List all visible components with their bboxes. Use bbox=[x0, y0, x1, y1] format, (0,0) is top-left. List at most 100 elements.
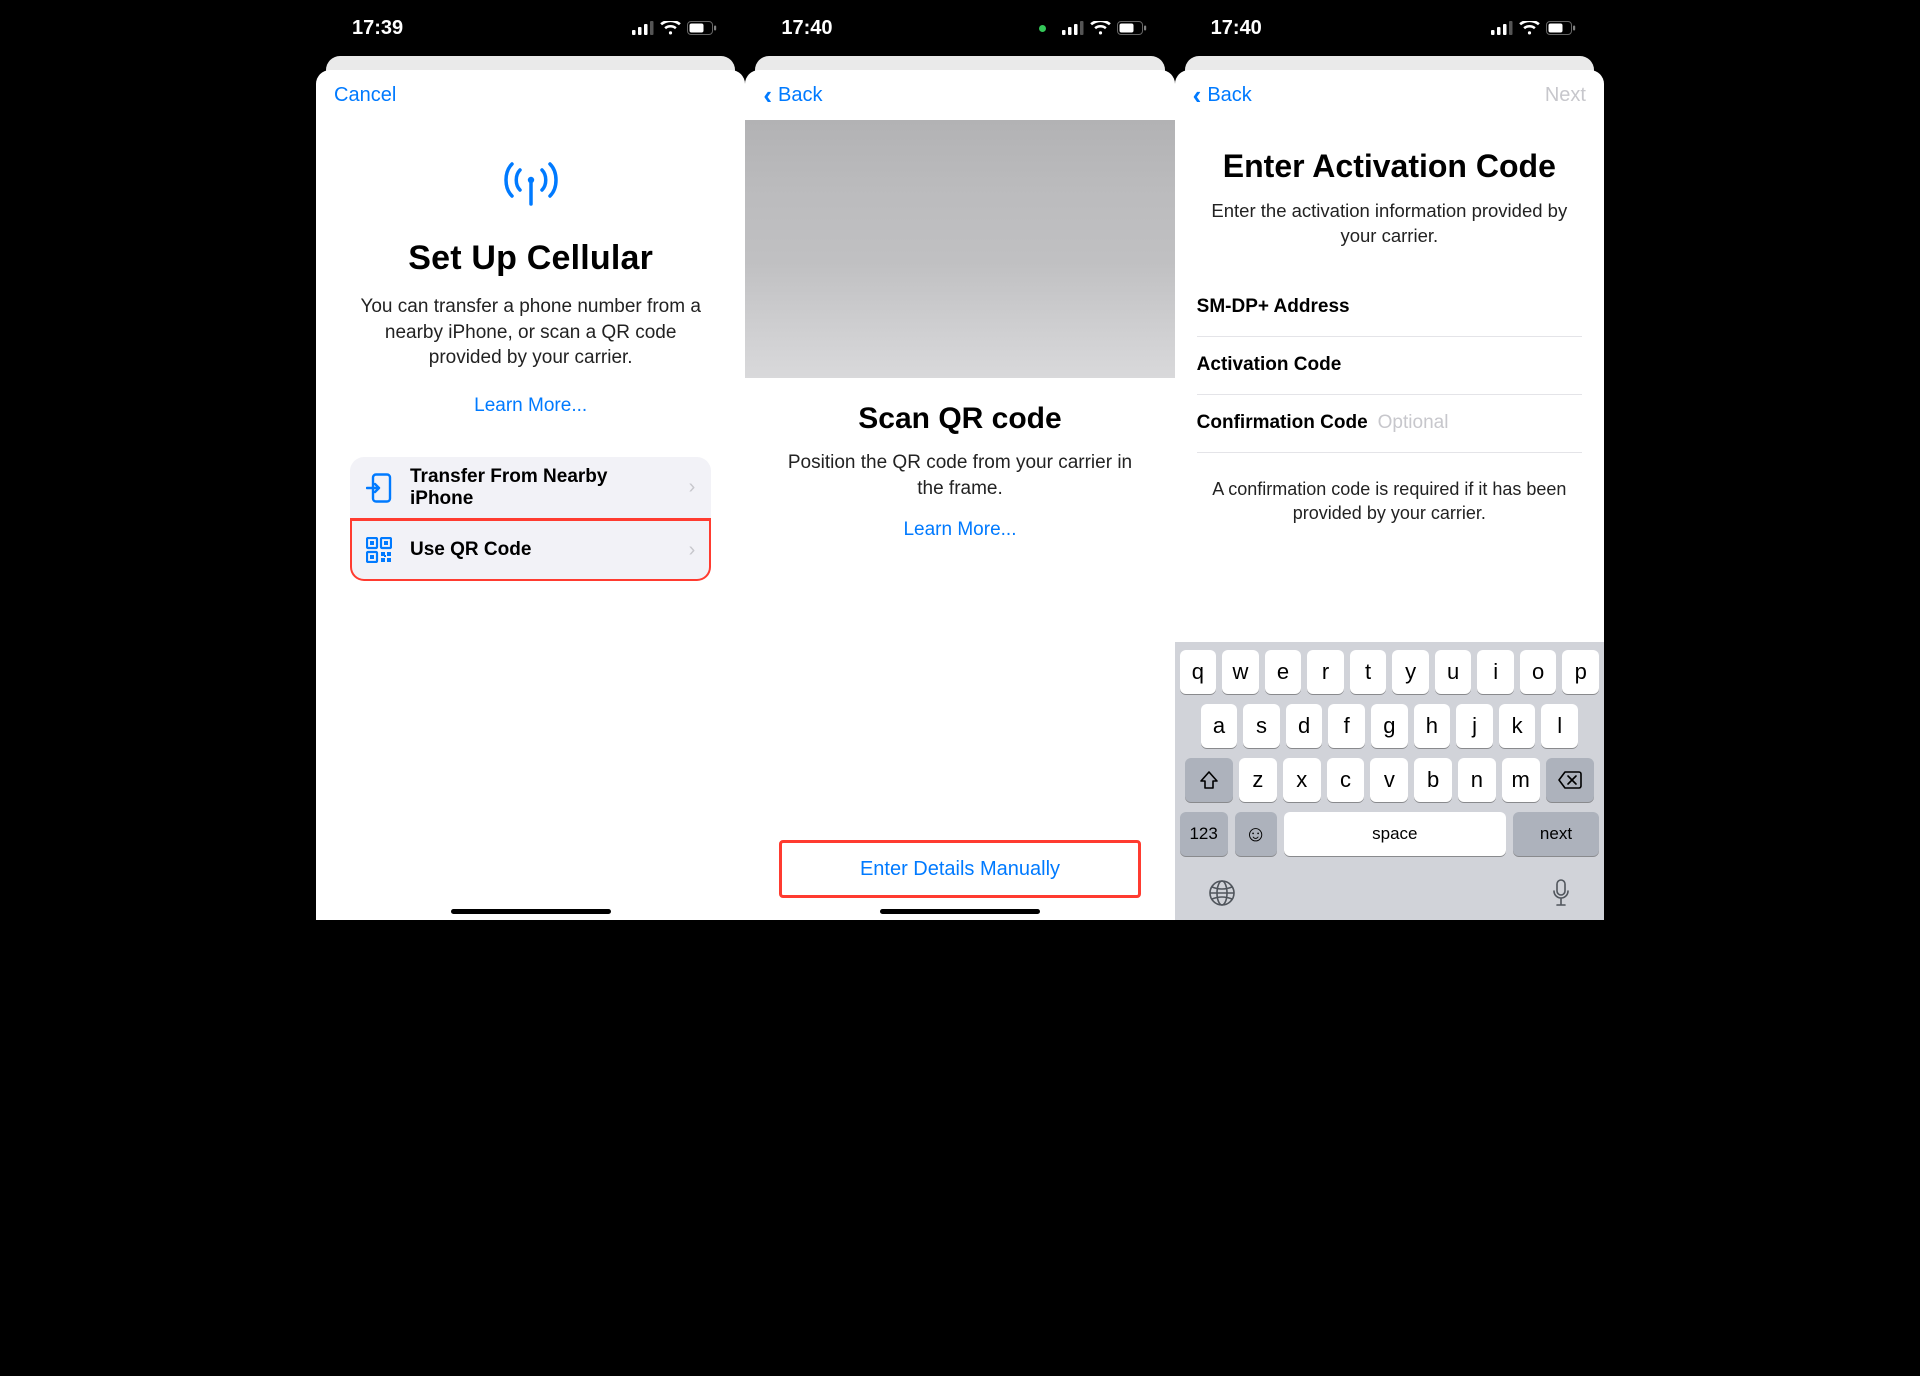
microphone-icon bbox=[1551, 879, 1571, 907]
modal-sheet: Cancel Set Up Cellular You can transfer … bbox=[316, 70, 745, 920]
wifi-icon bbox=[660, 21, 681, 36]
field-label: SM-DP+ Address bbox=[1197, 296, 1350, 318]
next-button[interactable]: Next bbox=[1545, 84, 1586, 107]
key-c[interactable]: c bbox=[1327, 758, 1365, 802]
key-a[interactable]: a bbox=[1201, 704, 1238, 748]
back-button[interactable]: Back bbox=[778, 84, 822, 107]
key-k[interactable]: k bbox=[1499, 704, 1536, 748]
home-indicator[interactable] bbox=[880, 909, 1040, 914]
key-next[interactable]: next bbox=[1513, 812, 1599, 856]
key-n[interactable]: n bbox=[1458, 758, 1496, 802]
cancel-button[interactable]: Cancel bbox=[334, 84, 396, 107]
key-q[interactable]: q bbox=[1180, 650, 1217, 694]
key-numbers[interactable]: 123 bbox=[1180, 812, 1228, 856]
key-m[interactable]: m bbox=[1502, 758, 1540, 802]
camera-viewfinder[interactable] bbox=[745, 120, 1174, 378]
option-use-qr-code[interactable]: Use QR Code › bbox=[350, 519, 711, 581]
home-indicator[interactable] bbox=[451, 909, 611, 914]
footer-note: A confirmation code is required if it ha… bbox=[1197, 477, 1582, 526]
emoji-icon: ☺ bbox=[1244, 821, 1266, 847]
cellular-icon bbox=[1491, 21, 1513, 35]
key-v[interactable]: v bbox=[1370, 758, 1408, 802]
key-s[interactable]: s bbox=[1243, 704, 1280, 748]
field-placeholder: Optional bbox=[1378, 412, 1449, 434]
key-z[interactable]: z bbox=[1239, 758, 1277, 802]
dictation-button[interactable] bbox=[1551, 879, 1571, 907]
chevron-left-icon: ‹ bbox=[763, 82, 772, 108]
page-description: You can transfer a phone number from a n… bbox=[336, 294, 725, 371]
key-y[interactable]: y bbox=[1392, 650, 1429, 694]
back-button[interactable]: Back bbox=[1207, 84, 1251, 107]
page-description: Position the QR code from your carrier i… bbox=[775, 450, 1144, 501]
key-o[interactable]: o bbox=[1520, 650, 1557, 694]
key-l[interactable]: l bbox=[1541, 704, 1578, 748]
globe-icon bbox=[1208, 879, 1236, 907]
status-icons bbox=[1039, 21, 1147, 36]
key-shift[interactable] bbox=[1185, 758, 1233, 802]
wifi-icon bbox=[1090, 21, 1111, 36]
status-icons bbox=[1491, 21, 1576, 36]
nav-bar: ‹ Back bbox=[745, 70, 1174, 120]
screenshot-scan-qr: 17:40 ‹ Back Scan QR co bbox=[745, 0, 1174, 920]
field-label: Activation Code bbox=[1197, 354, 1342, 376]
key-p[interactable]: p bbox=[1562, 650, 1599, 694]
key-backspace[interactable] bbox=[1546, 758, 1594, 802]
chevron-right-icon: › bbox=[689, 539, 696, 562]
page-title: Set Up Cellular bbox=[336, 239, 725, 278]
key-space[interactable]: space bbox=[1284, 812, 1506, 856]
key-f[interactable]: f bbox=[1328, 704, 1365, 748]
nav-bar: Cancel bbox=[316, 70, 745, 120]
key-e[interactable]: e bbox=[1265, 650, 1302, 694]
key-emoji[interactable]: ☺ bbox=[1235, 812, 1277, 856]
key-t[interactable]: t bbox=[1350, 650, 1387, 694]
modal-sheet: ‹ Back Scan QR code Position the QR code… bbox=[745, 70, 1174, 920]
learn-more-link[interactable]: Learn More... bbox=[775, 519, 1144, 541]
key-j[interactable]: j bbox=[1456, 704, 1493, 748]
battery-icon bbox=[687, 21, 717, 35]
screenshot-setup-cellular: 17:39 Cancel bbox=[316, 0, 745, 920]
key-r[interactable]: r bbox=[1307, 650, 1344, 694]
learn-more-link[interactable]: Learn More... bbox=[336, 395, 725, 417]
wifi-icon bbox=[1519, 21, 1540, 36]
key-w[interactable]: w bbox=[1222, 650, 1259, 694]
nav-bar: ‹ Back Next bbox=[1175, 70, 1604, 120]
field-label: Confirmation Code bbox=[1197, 412, 1368, 434]
shift-icon bbox=[1199, 770, 1219, 790]
options-list: Transfer From Nearby iPhone › Use QR Cod… bbox=[350, 457, 711, 581]
key-g[interactable]: g bbox=[1371, 704, 1408, 748]
key-x[interactable]: x bbox=[1283, 758, 1321, 802]
software-keyboard: q w e r t y u i o p a s d bbox=[1175, 642, 1604, 920]
page-title: Enter Activation Code bbox=[1197, 148, 1582, 185]
key-h[interactable]: h bbox=[1414, 704, 1451, 748]
field-activation-code[interactable]: Activation Code bbox=[1197, 337, 1582, 395]
status-time: 17:39 bbox=[352, 17, 403, 40]
cellular-icon bbox=[1062, 21, 1084, 35]
key-d[interactable]: d bbox=[1286, 704, 1323, 748]
battery-icon bbox=[1117, 21, 1147, 35]
globe-button[interactable] bbox=[1208, 879, 1236, 907]
option-label: Transfer From Nearby iPhone bbox=[410, 466, 673, 510]
option-label: Use QR Code bbox=[410, 539, 673, 561]
form-fields: SM-DP+ Address Activation Code Confirmat… bbox=[1197, 279, 1582, 453]
status-bar: 17:39 bbox=[316, 0, 745, 56]
cellular-icon bbox=[632, 21, 654, 35]
screenshot-enter-activation: 17:40 ‹ Back Next bbox=[1175, 0, 1604, 920]
field-confirmation-code[interactable]: Confirmation Code Optional bbox=[1197, 395, 1582, 453]
chevron-left-icon: ‹ bbox=[1193, 82, 1202, 108]
option-transfer-nearby[interactable]: Transfer From Nearby iPhone › bbox=[350, 457, 711, 519]
enter-details-manually-button[interactable]: Enter Details Manually bbox=[860, 858, 1060, 881]
chevron-right-icon: › bbox=[689, 476, 696, 499]
field-smdp-address[interactable]: SM-DP+ Address bbox=[1197, 279, 1582, 337]
page-description: Enter the activation information provide… bbox=[1197, 199, 1582, 249]
highlight-annotation: Enter Details Manually bbox=[779, 840, 1140, 898]
modal-sheet: ‹ Back Next Enter Activation Code Enter … bbox=[1175, 70, 1604, 920]
transfer-icon bbox=[364, 473, 394, 503]
key-u[interactable]: u bbox=[1435, 650, 1472, 694]
key-i[interactable]: i bbox=[1477, 650, 1514, 694]
backspace-icon bbox=[1558, 771, 1582, 789]
status-time: 17:40 bbox=[781, 17, 832, 40]
key-b[interactable]: b bbox=[1414, 758, 1452, 802]
cellular-antenna-icon bbox=[501, 160, 561, 211]
camera-active-indicator-icon bbox=[1039, 25, 1046, 32]
status-time: 17:40 bbox=[1211, 17, 1262, 40]
